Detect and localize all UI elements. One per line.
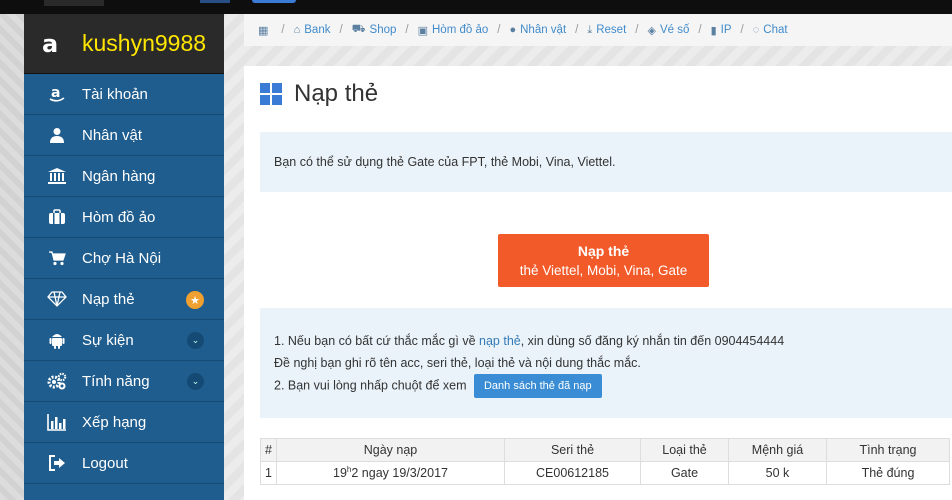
- col-header-serial: Seri thẻ: [504, 438, 641, 462]
- sidebar-item-ngan-hang[interactable]: Ngân hàng: [24, 156, 224, 197]
- chevron-down-icon[interactable]: ⌄: [187, 373, 204, 390]
- top-bar-accent: [200, 0, 230, 3]
- breadcrumb: ▦ / ⌂ Bank / ⛟ Shop / ▣ Hòm đồ ảo / ● Nhân v…: [244, 14, 952, 46]
- android-icon: [46, 330, 68, 350]
- sidebar-item-nhan-vat[interactable]: Nhân vật: [24, 115, 224, 156]
- username: kushyn9988: [82, 30, 207, 56]
- top-bar: [0, 0, 952, 14]
- briefcase-icon: ▣: [417, 24, 428, 37]
- sidebar-item-tinh-nang[interactable]: Tính năng ⌄: [24, 361, 224, 402]
- bank-icon: [46, 166, 68, 186]
- diamond-icon: [46, 289, 68, 309]
- sidebar-item-label: Tài khoản: [82, 85, 148, 103]
- chevron-down-icon[interactable]: ⌄: [187, 332, 204, 349]
- page-title: Nạp thẻ: [260, 74, 378, 114]
- logout-icon: [46, 453, 68, 473]
- sidebar-item-su-kien[interactable]: Sự kiện ⌄: [24, 320, 224, 361]
- ticket-icon: ◈: [647, 24, 656, 37]
- cell-num: 1: [260, 461, 277, 485]
- lock-icon: ▮: [710, 24, 717, 37]
- sidebar-item-nap-the[interactable]: Nạp thẻ ★: [24, 279, 224, 320]
- help-line-3: 2. Bạn vui lòng nhấp chuột để xem Danh s…: [274, 374, 938, 398]
- table-header-row: # Ngày nạp Seri thẻ Loại thẻ Mệnh giá Tì…: [260, 438, 950, 462]
- col-header-value: Mệnh giá: [728, 438, 827, 462]
- windows-icon: [260, 83, 282, 105]
- sidebar-brand: a kushyn9988: [24, 14, 224, 74]
- sidebar-item-label: Nạp thẻ: [82, 290, 135, 308]
- help-line-2: Đề nghị bạn ghi rõ tên acc, seri thẻ, lo…: [274, 356, 641, 370]
- svg-text:a: a: [51, 85, 60, 101]
- sidebar-item-label: Chợ Hà Nội: [82, 249, 162, 267]
- breadcrumb-ip[interactable]: ▮ IP: [711, 24, 732, 37]
- briefcase-icon: [46, 207, 68, 227]
- info-box: Bạn có thể sử dụng thẻ Gate của FPT, thẻ…: [260, 132, 952, 192]
- cta-title: Nạp thẻ: [577, 242, 630, 259]
- sidebar-item-label: Xếp hạng: [82, 413, 147, 431]
- star-badge-icon: ★: [186, 291, 204, 309]
- breadcrumb-hom-do-ao[interactable]: ▣ Hòm đồ ảo: [418, 24, 489, 37]
- sidebar-item-tai-khoan[interactable]: a Tài khoản: [24, 74, 224, 115]
- calendar-icon: ▦: [258, 24, 269, 37]
- col-header-date: Ngày nạp: [276, 438, 505, 462]
- sidebar-item-label: Logout: [82, 454, 128, 472]
- page-title-text: Nạp thẻ: [294, 80, 379, 107]
- sidebar-item-xep-hang[interactable]: Xếp hạng: [24, 402, 224, 443]
- cta-subtitle: thẻ Viettel, Mobi, Vina, Gate: [519, 262, 688, 278]
- sidebar-item-cho-ha-noi[interactable]: Chợ Hà Nội: [24, 238, 224, 279]
- cell-status: Thẻ đúng: [826, 461, 950, 485]
- cell-serial: CE00612185: [504, 461, 641, 485]
- reset-icon: ⤓: [587, 23, 593, 36]
- history-list-button[interactable]: Danh sách thẻ đã nạp: [473, 374, 602, 398]
- cell-type: Gate: [640, 461, 729, 485]
- history-table: # Ngày nạp Seri thẻ Loại thẻ Mệnh giá Tì…: [260, 438, 950, 485]
- info-text: Bạn có thể sử dụng thẻ Gate của FPT, thẻ…: [274, 155, 616, 169]
- sidebar-item-hom-do-ao[interactable]: Hòm đồ ảo: [24, 197, 224, 238]
- cell-value: 50 k: [728, 461, 827, 485]
- sidebar-item-label: Sự kiện: [82, 331, 134, 349]
- sidebar-item-label: Ngân hàng: [82, 167, 156, 185]
- amazon-logo-icon: a: [42, 29, 59, 58]
- top-bar-button[interactable]: [252, 0, 296, 3]
- help-box: 1. Nếu bạn có bất cứ thắc mắc gì về nạp …: [260, 308, 952, 418]
- cell-date: 19h2 ngay 19/3/2017: [276, 461, 505, 485]
- col-header-num: #: [260, 438, 277, 462]
- sidebar-item-label: Nhân vật: [82, 126, 143, 144]
- help-line-1: 1. Nếu bạn có bất cứ thắc mắc gì về nạp …: [274, 334, 785, 348]
- nap-the-link[interactable]: nạp thẻ: [479, 334, 521, 348]
- bank-icon: ⌂: [293, 24, 301, 36]
- sidebar: a kushyn9988 a Tài khoản Nhân vật Ngân h…: [24, 14, 224, 500]
- left-background: [0, 14, 24, 500]
- cart-icon: ⛟: [351, 23, 366, 35]
- bar-chart-icon: [46, 412, 68, 432]
- top-bar-block: [44, 0, 104, 6]
- sidebar-item-logout[interactable]: Logout: [24, 443, 224, 484]
- chat-icon: ◌: [752, 24, 760, 36]
- user-icon: ●: [509, 24, 517, 36]
- table-row: 1 19h2 ngay 19/3/2017 CE00612185 Gate 50…: [260, 461, 950, 485]
- col-header-type: Loại thẻ: [640, 438, 729, 462]
- amazon-icon: a: [46, 84, 68, 104]
- breadcrumb-chat[interactable]: ◌ Chat: [753, 24, 788, 36]
- col-header-status: Tình trạng: [826, 438, 950, 462]
- breadcrumb-calendar[interactable]: ▦: [258, 24, 272, 37]
- breadcrumb-shop[interactable]: ⛟ Shop: [352, 23, 397, 37]
- gears-icon: [46, 371, 68, 391]
- cart-icon: [46, 248, 68, 268]
- breadcrumb-reset[interactable]: ⤓ Reset: [587, 24, 626, 37]
- breadcrumb-ve-so[interactable]: ◈ Vé số: [647, 24, 689, 37]
- user-icon: [46, 125, 68, 145]
- main-panel: Nạp thẻ Bạn có thể sử dụng thẻ Gate của …: [244, 66, 952, 500]
- breadcrumb-bank[interactable]: ⌂ Bank: [294, 24, 331, 36]
- nap-the-button[interactable]: Nạp thẻ thẻ Viettel, Mobi, Vina, Gate: [498, 234, 709, 287]
- sidebar-item-label: Tính năng: [82, 372, 150, 390]
- breadcrumb-nhan-vat[interactable]: ● Nhân vật: [509, 24, 566, 36]
- sidebar-item-label: Hòm đồ ảo: [82, 208, 156, 226]
